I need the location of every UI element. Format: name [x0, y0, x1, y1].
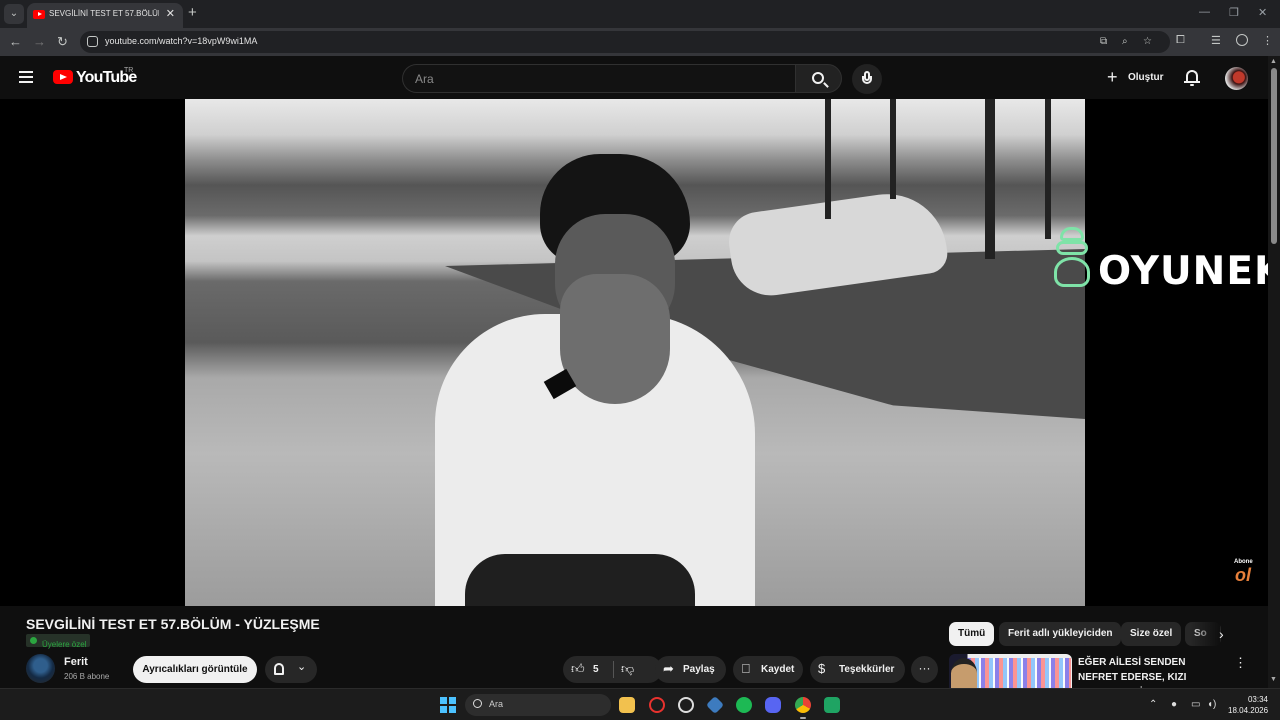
super-thanks-icon: $	[818, 661, 826, 676]
youtube-header: YouTube TR Ara + Oluştur	[0, 56, 1268, 99]
recommendation-menu-icon[interactable]: ⋮	[1234, 655, 1247, 671]
site-info-icon[interactable]	[87, 36, 98, 47]
chip-all[interactable]: Tümü	[949, 622, 995, 646]
reading-list-icon[interactable]: ☰	[1211, 34, 1221, 47]
search-icon	[812, 72, 824, 84]
extensions-icon[interactable]: ⧠	[1176, 34, 1185, 47]
scrollbar-thumb[interactable]	[1271, 68, 1277, 244]
search-placeholder: Ara	[415, 72, 434, 86]
bookmark-icon: ⎕	[742, 661, 750, 676]
watermark-text: OYUNEKS	[1098, 249, 1268, 294]
restore-icon[interactable]: ❐	[1229, 6, 1239, 19]
bookmark-star-icon[interactable]: ☆	[1143, 36, 1152, 47]
minimize-icon[interactable]: —	[1199, 6, 1210, 18]
search-button[interactable]	[795, 64, 842, 93]
address-bar[interactable]: youtube.com/watch?v=18vpW9wi1MA ⧉ ⌕ ☆	[80, 31, 1170, 53]
subscriber-count: 206 B abone	[64, 672, 110, 681]
windows-start-icon[interactable]	[440, 697, 456, 713]
windows-taskbar: Ara ⌃ ● ▭ ◖) 03:34 18.04.2026	[0, 688, 1280, 720]
tab-search-button[interactable]: ⌄	[4, 4, 24, 24]
more-actions-button[interactable]: ···	[911, 656, 938, 683]
share-icon: ➦	[663, 661, 674, 676]
chip-for-you[interactable]: Size özel	[1121, 622, 1182, 646]
menu-icon[interactable]	[19, 71, 33, 83]
video-title: SEVGİLİNİ TEST ET 57.BÖLÜM - YÜZLEŞME	[26, 616, 320, 632]
mascot-logo-icon	[1048, 227, 1096, 293]
tab-title: SEVGİLİNİ TEST ET 57.BÖLÜM -	[49, 9, 159, 18]
voice-search-button[interactable]	[852, 64, 882, 94]
spotify-icon[interactable]	[736, 697, 752, 713]
like-count[interactable]: 5	[593, 664, 599, 675]
clock[interactable]: 03:34 18.04.2026	[1228, 694, 1268, 716]
tray-microphone-icon[interactable]: ●	[1171, 699, 1177, 710]
zoom-icon[interactable]: ⌕	[1122, 36, 1128, 47]
cast-icon[interactable]: ⧉	[1100, 36, 1107, 47]
forward-icon[interactable]: →	[33, 34, 46, 49]
url-text[interactable]: youtube.com/watch?v=18vpW9wi1MA	[105, 36, 257, 46]
page-scrollbar[interactable]: ▲ ▼	[1268, 56, 1280, 688]
save-button[interactable]: ⎕ Kaydet	[733, 656, 803, 683]
recommendation-thumbnail[interactable]	[949, 654, 1072, 688]
channel-name[interactable]: Ferit	[64, 656, 88, 668]
video-player[interactable]: OYUNEKS Abone ol	[0, 99, 1268, 606]
youtube-logo-icon[interactable]	[53, 70, 73, 84]
like-dislike-group: 👍︎ 5 👎︎	[563, 656, 662, 683]
like-icon[interactable]: 👍︎	[571, 661, 585, 677]
subscribe-badge[interactable]: Abone ol	[1232, 559, 1260, 587]
video-frame[interactable]	[185, 99, 1085, 606]
country-code: TR	[124, 67, 134, 74]
close-window-icon[interactable]: ✕	[1258, 6, 1267, 19]
members-only-badge: Üyelere özel	[26, 634, 91, 649]
scroll-down-icon[interactable]: ▼	[1270, 676, 1277, 683]
clock-time: 03:34	[1247, 695, 1268, 704]
new-tab-icon[interactable]: +	[188, 4, 197, 21]
chip-from-uploader[interactable]: Ferit adlı yükleyiciden	[999, 622, 1122, 646]
members-icon	[30, 637, 37, 644]
chrome-icon[interactable]	[795, 697, 811, 719]
plus-icon: +	[1107, 67, 1118, 87]
video-person	[415, 154, 775, 606]
view-perks-button[interactable]: Ayrıcalıkları görüntüle	[133, 656, 257, 683]
notification-settings-button[interactable]: ⌄	[265, 656, 317, 683]
notifications-bell-icon[interactable]	[1184, 70, 1200, 86]
thanks-button[interactable]: $ Teşekkürler	[810, 656, 905, 683]
search-icon	[473, 699, 482, 708]
opera-gx-icon[interactable]	[649, 697, 665, 713]
youtube-favicon-icon	[33, 10, 45, 19]
tray-display-icon[interactable]: ▭	[1191, 699, 1200, 710]
user-avatar[interactable]	[1225, 67, 1248, 90]
dislike-icon[interactable]: 👎︎	[621, 661, 634, 677]
close-tab-icon[interactable]: ✕	[166, 7, 175, 20]
browser-toolbar: ← → ↻ youtube.com/watch?v=18vpW9wi1MA ⧉ …	[0, 28, 1280, 56]
browser-tabstrip: ⌄ SEVGİLİNİ TEST ET 57.BÖLÜM - ✕ + — ❐ ✕	[0, 0, 1280, 28]
chevron-right-icon[interactable]: ›	[1219, 626, 1224, 642]
settings-gear-icon[interactable]	[678, 697, 694, 713]
discord-icon[interactable]	[765, 697, 781, 713]
network-app-icon[interactable]	[705, 695, 725, 715]
bell-icon	[274, 663, 284, 675]
channel-avatar[interactable]	[26, 654, 55, 683]
chevron-down-icon: ⌄	[297, 661, 307, 673]
create-label: Oluştur	[1128, 72, 1164, 83]
taskbar-search[interactable]: Ara	[465, 694, 611, 716]
share-button[interactable]: ➦ Paylaş	[655, 656, 726, 683]
scroll-up-icon[interactable]: ▲	[1270, 58, 1277, 65]
file-explorer-icon[interactable]	[619, 697, 635, 713]
tray-chevron-up-icon[interactable]: ⌃	[1149, 699, 1157, 710]
reload-icon[interactable]: ↻	[57, 34, 68, 50]
green-app-icon[interactable]	[824, 697, 840, 713]
back-icon[interactable]: ←	[9, 34, 22, 49]
tray-volume-icon[interactable]: ◖)	[1207, 699, 1216, 710]
profile-icon[interactable]	[1236, 34, 1248, 46]
browser-menu-icon[interactable]: ⋮	[1262, 34, 1273, 47]
clock-date: 18.04.2026	[1228, 706, 1269, 715]
search-input[interactable]: Ara	[402, 64, 795, 93]
browser-tab[interactable]: SEVGİLİNİ TEST ET 57.BÖLÜM - ✕	[27, 3, 183, 28]
